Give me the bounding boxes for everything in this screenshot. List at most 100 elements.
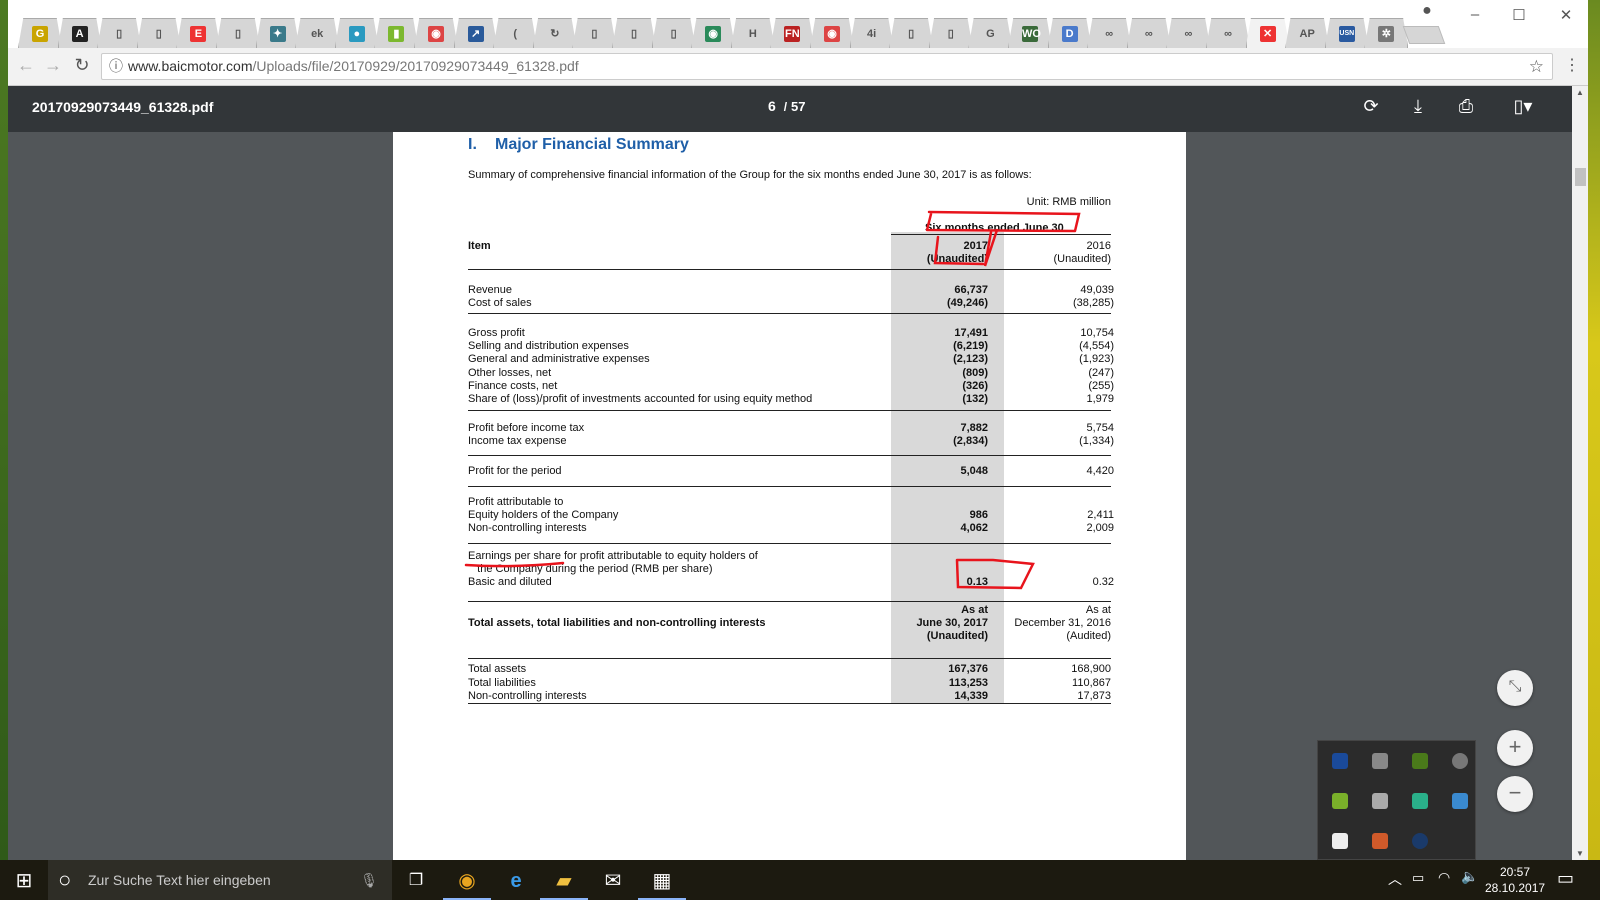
wifi-icon[interactable]: ◠ xyxy=(1438,869,1450,886)
address-bar[interactable]: ⓘ www.baicmotor.com/Uploads/file/2017092… xyxy=(101,53,1553,80)
browser-tab[interactable]: ∞ xyxy=(1166,18,1211,48)
minimize-button[interactable]: – xyxy=(1460,6,1490,23)
browser-tab[interactable]: 4i xyxy=(849,18,894,48)
new-tab-button[interactable] xyxy=(1402,26,1446,44)
baic-icon: ∞ xyxy=(1184,27,1193,40)
info-icon[interactable]: ⓘ xyxy=(109,54,123,79)
volume-icon[interactable]: 🔈 xyxy=(1461,868,1478,885)
browser-tab[interactable]: FN xyxy=(770,18,815,48)
browser-tab[interactable]: ● xyxy=(334,18,379,48)
zoom-in-button[interactable]: + xyxy=(1497,730,1533,766)
page-icon: ▯ xyxy=(591,27,598,40)
red-annotations xyxy=(464,210,1081,590)
page-icon: ▯ xyxy=(947,27,954,40)
browser-tab[interactable]: ( xyxy=(493,18,538,48)
start-button[interactable]: ⊞ xyxy=(0,866,48,900)
onedrive-icon[interactable] xyxy=(1452,753,1468,769)
browser-tab[interactable]: ∞ xyxy=(1206,18,1250,48)
scrollbar-thumb[interactable] xyxy=(1575,168,1586,186)
globe-red-icon: ◉ xyxy=(428,25,444,42)
fit-page-button[interactable]: ⤡ xyxy=(1497,670,1533,706)
current-page-input[interactable]: 6 xyxy=(768,98,776,114)
browser-tab[interactable]: D xyxy=(1047,18,1092,48)
browser-tab[interactable]: ∞ xyxy=(1126,18,1171,48)
browser-tab[interactable]: ∞ xyxy=(1087,18,1132,48)
battery-icon[interactable]: ▭ xyxy=(1412,870,1424,886)
ap-icon: AP xyxy=(1299,27,1315,40)
bluetooth-icon[interactable] xyxy=(1332,753,1348,769)
calculator-icon[interactable]: ▦ xyxy=(638,866,686,900)
edge-icon[interactable]: e xyxy=(492,866,540,900)
browser-tab[interactable]: G xyxy=(968,18,1013,48)
microphone-icon[interactable]: 🎙 xyxy=(360,860,378,900)
browser-tab[interactable]: ✦ xyxy=(255,18,300,48)
annotation-eps-box xyxy=(955,558,1035,590)
pdf-page: I. Major Financial Summary Summary of co… xyxy=(393,132,1186,860)
show-hidden-icons[interactable]: ︿ xyxy=(1388,869,1402,889)
browser-tab[interactable]: ▮ xyxy=(374,18,419,48)
browser-tab[interactable]: ↗ xyxy=(453,18,498,48)
browser-tab[interactable]: ✲ xyxy=(1364,18,1409,48)
task-view-icon[interactable]: ❐ xyxy=(392,866,440,900)
loading-icon: ↻ xyxy=(550,27,560,40)
browser-tab[interactable]: ▯ xyxy=(889,18,934,48)
chrome-icon[interactable]: ◉ xyxy=(443,866,491,900)
clock-date: 28.10.2017 xyxy=(1485,881,1546,895)
url-path: /Uploads/file/20170929/20170929073449_61… xyxy=(252,58,579,74)
profile-icon[interactable]: ● xyxy=(1412,2,1442,20)
browser-tab[interactable]: ▯ xyxy=(612,18,656,48)
page-separator: / xyxy=(783,100,788,114)
printer-check-icon[interactable] xyxy=(1372,793,1388,809)
print-icon[interactable]: ⎙ xyxy=(1453,96,1479,117)
action-center-icon[interactable]: ▭ xyxy=(1557,868,1574,889)
browser-tab[interactable]: ◉ xyxy=(414,18,458,48)
close-window-button[interactable]: ✕ xyxy=(1551,6,1581,24)
browser-tab[interactable]: ▯ xyxy=(136,18,181,48)
cortana-icon: ○ xyxy=(58,867,72,892)
browser-tab[interactable]: ▯ xyxy=(928,18,973,48)
nvidia-icon[interactable] xyxy=(1412,753,1428,769)
bookmarks-icon[interactable]: ▯▾ xyxy=(1505,96,1541,117)
scrollbar[interactable]: ▲ ▼ xyxy=(1572,86,1588,860)
browser-tab[interactable]: H xyxy=(730,18,775,48)
browser-tab[interactable]: G xyxy=(18,18,62,48)
zoom-out-button[interactable]: − xyxy=(1497,776,1533,812)
browser-tab[interactable]: ▯ xyxy=(651,18,696,48)
browser-tab[interactable]: ▯ xyxy=(216,18,260,48)
bookmark-star-icon[interactable]: ☆ xyxy=(1529,54,1544,79)
search-box[interactable]: ○ Zur Suche Text hier eingeben 🎙 xyxy=(48,860,392,900)
page-indicator: 6 /57 xyxy=(768,98,806,114)
network-app-icon[interactable] xyxy=(1452,793,1468,809)
defender-icon[interactable] xyxy=(1332,833,1348,849)
sync-app-icon[interactable] xyxy=(1412,793,1428,809)
browser-tab[interactable]: WO xyxy=(1008,18,1052,48)
rotate-icon[interactable]: ⟳ xyxy=(1358,96,1384,117)
keyboard-icon[interactable] xyxy=(1372,753,1388,769)
mail-icon[interactable]: ✉ xyxy=(589,866,637,900)
browser-tab[interactable]: AP xyxy=(1285,18,1330,48)
taskbar: ⊞ ○ Zur Suche Text hier eingeben 🎙 ❐ ◉ e… xyxy=(0,860,1600,900)
browser-tab[interactable]: ▯ xyxy=(572,18,617,48)
browser-tab[interactable]: USN xyxy=(1324,18,1369,48)
reload-button[interactable]: ↻ xyxy=(71,55,93,76)
browser-tab[interactable]: ✕ xyxy=(1245,18,1290,48)
browser-tab[interactable]: E xyxy=(176,18,221,48)
cloud-app-icon[interactable] xyxy=(1332,793,1348,809)
back-button[interactable]: ← xyxy=(15,55,37,76)
forward-button[interactable]: → xyxy=(42,55,64,76)
clock[interactable]: 20:57 28.10.2017 xyxy=(1485,864,1545,896)
browser-tab[interactable]: ek xyxy=(295,18,340,48)
file-explorer-icon[interactable]: ▰ xyxy=(540,866,588,900)
total-pages: 57 xyxy=(791,99,806,114)
steam-icon[interactable] xyxy=(1412,833,1428,849)
browser-tab[interactable]: A xyxy=(57,18,102,48)
maximize-button[interactable]: ☐ xyxy=(1504,6,1534,24)
menu-icon[interactable]: ⋮ xyxy=(1564,55,1580,75)
browser-tab[interactable]: ▯ xyxy=(97,18,142,48)
red-e-icon: E xyxy=(190,25,207,42)
avg-icon[interactable] xyxy=(1372,833,1388,849)
browser-tab[interactable]: ◉ xyxy=(691,18,736,48)
browser-tab[interactable]: ◉ xyxy=(810,18,854,48)
browser-tab[interactable]: ↻ xyxy=(532,18,577,48)
download-icon[interactable]: ⤓ xyxy=(1405,96,1431,117)
